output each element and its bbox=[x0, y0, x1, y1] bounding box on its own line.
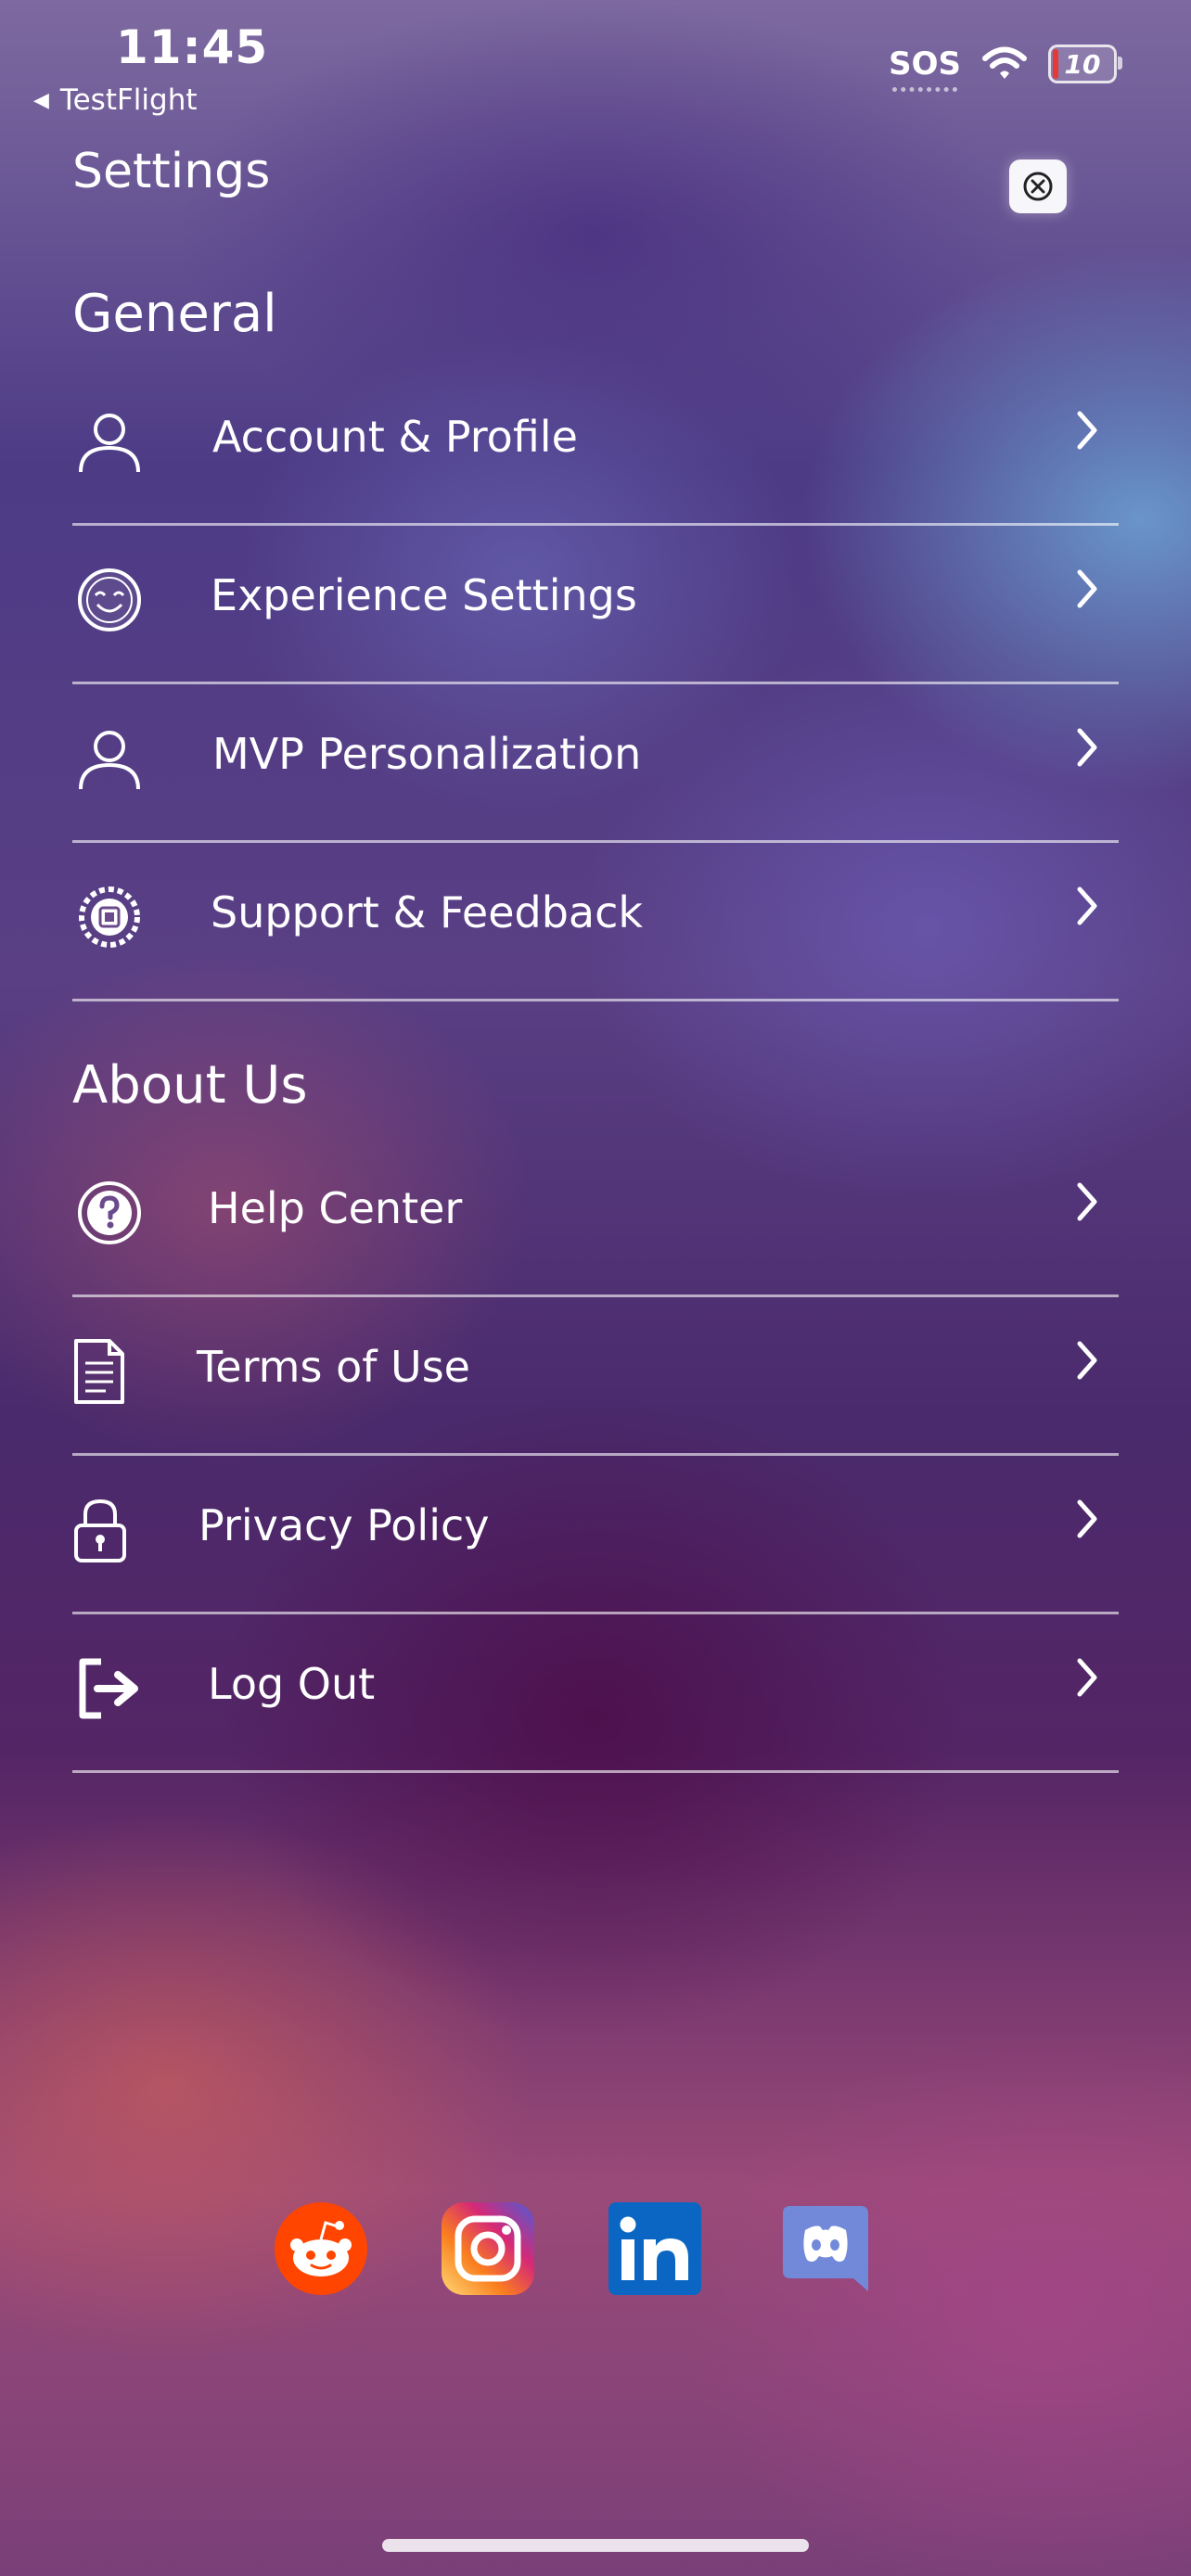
page-title: Settings bbox=[72, 144, 271, 199]
status-indicators: SOS 10 bbox=[889, 45, 1122, 92]
row-label: MVP Personalization bbox=[212, 729, 642, 779]
reddit-icon bbox=[275, 2202, 367, 2295]
row-label: Help Center bbox=[208, 1183, 463, 1233]
chevron-right-icon bbox=[1077, 411, 1097, 450]
row-label: Support & Feedback bbox=[211, 887, 644, 937]
chevron-right-icon bbox=[1077, 569, 1097, 608]
chevron-right-icon bbox=[1077, 886, 1097, 925]
close-button[interactable] bbox=[1009, 159, 1067, 213]
person-icon bbox=[72, 721, 147, 796]
row-experience-settings[interactable]: Experience Settings bbox=[72, 524, 1119, 684]
linkedin-link[interactable] bbox=[608, 2202, 701, 2295]
smiley-icon bbox=[72, 563, 147, 637]
status-time: 11:45 bbox=[116, 20, 269, 74]
instagram-icon bbox=[442, 2202, 534, 2295]
chevron-right-icon bbox=[1077, 1658, 1097, 1697]
row-account-profile[interactable]: Account & Profile bbox=[72, 365, 1119, 526]
row-label: Log Out bbox=[208, 1659, 376, 1709]
question-icon bbox=[72, 1176, 147, 1250]
back-arrow-icon: ◀ bbox=[33, 88, 49, 112]
row-terms-of-use[interactable]: Terms of Use bbox=[72, 1295, 1119, 1456]
person-icon bbox=[72, 404, 147, 478]
battery-icon: 10 bbox=[1048, 45, 1122, 83]
row-label: Privacy Policy bbox=[198, 1500, 490, 1550]
section-title-about-us: About Us bbox=[72, 1055, 308, 1116]
row-help-center[interactable]: Help Center bbox=[72, 1137, 1119, 1297]
row-label: Terms of Use bbox=[197, 1342, 470, 1392]
row-privacy-policy[interactable]: Privacy Policy bbox=[72, 1454, 1119, 1614]
linkedin-icon bbox=[608, 2202, 701, 2295]
row-label: Experience Settings bbox=[211, 570, 637, 620]
document-icon bbox=[72, 1334, 147, 1409]
discord-icon bbox=[783, 2206, 868, 2291]
close-circle-icon bbox=[1023, 172, 1053, 201]
lock-icon bbox=[72, 1493, 147, 1567]
chevron-right-icon bbox=[1077, 1182, 1097, 1221]
row-mvp-personalization[interactable]: MVP Personalization bbox=[72, 682, 1119, 843]
chevron-right-icon bbox=[1077, 1341, 1097, 1380]
section-title-general: General bbox=[72, 284, 277, 344]
back-app-label: TestFlight bbox=[59, 83, 198, 117]
battery-level: 10 bbox=[1064, 48, 1101, 80]
wifi-icon bbox=[982, 46, 1027, 79]
row-log-out[interactable]: Log Out bbox=[72, 1613, 1119, 1773]
row-support-feedback[interactable]: Support & Feedback bbox=[72, 841, 1119, 1001]
home-indicator bbox=[382, 2539, 809, 2552]
chevron-right-icon bbox=[1077, 1499, 1097, 1538]
row-label: Account & Profile bbox=[212, 412, 578, 462]
discord-link[interactable] bbox=[779, 2202, 872, 2295]
back-to-testflight[interactable]: ◀ TestFlight bbox=[33, 83, 198, 117]
instagram-link[interactable] bbox=[442, 2202, 534, 2295]
chevron-right-icon bbox=[1077, 728, 1097, 767]
support-icon bbox=[72, 880, 147, 954]
sos-indicator: SOS bbox=[889, 45, 961, 92]
logout-icon bbox=[72, 1651, 147, 1726]
reddit-link[interactable] bbox=[275, 2202, 367, 2295]
